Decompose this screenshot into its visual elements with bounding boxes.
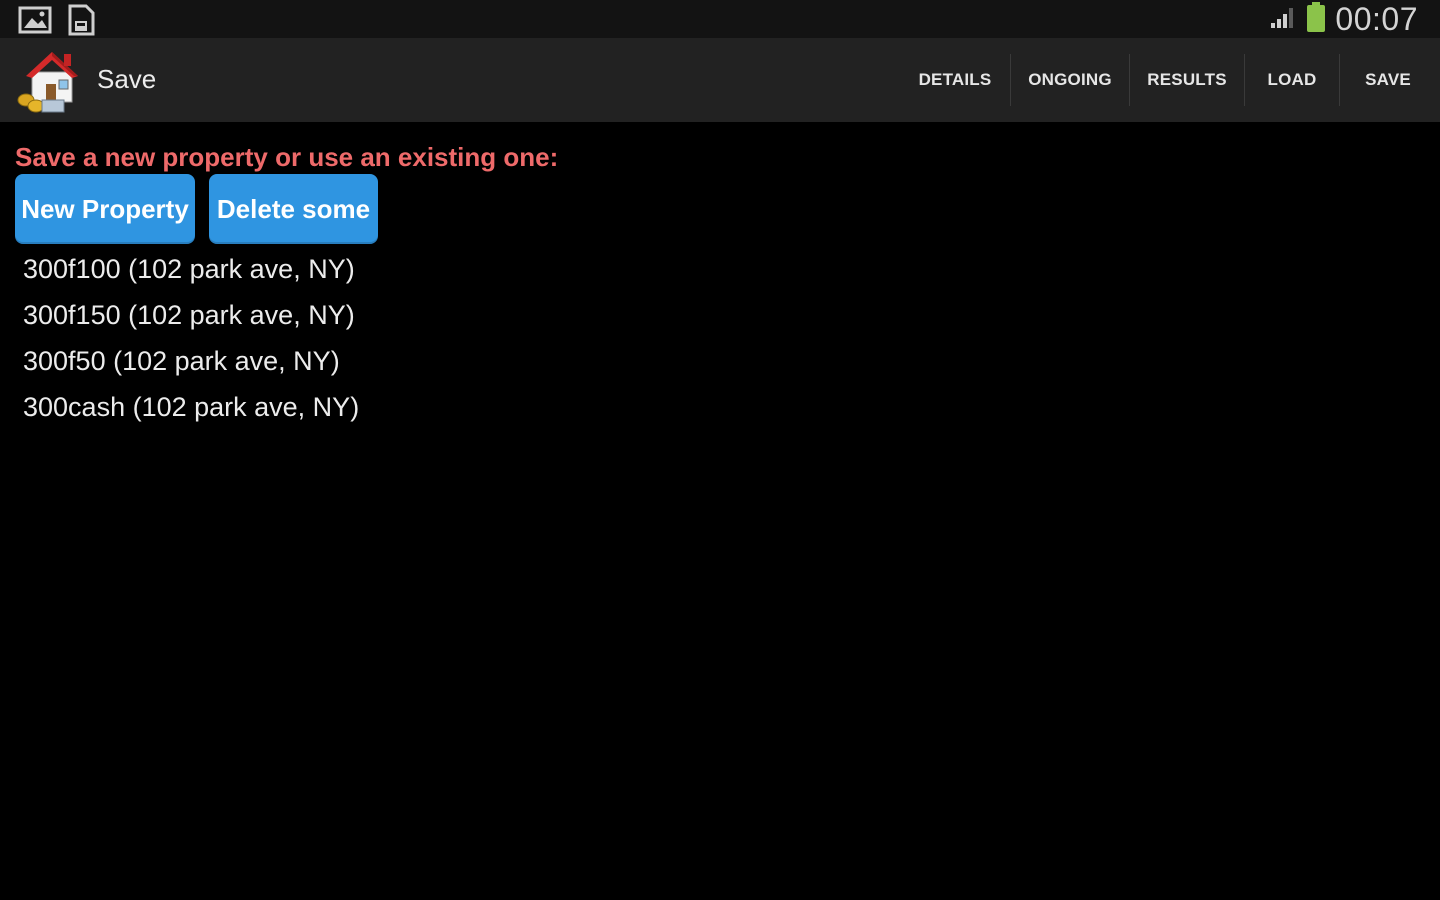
clock: 00:07	[1335, 0, 1418, 37]
delete-some-button[interactable]: Delete some	[209, 174, 378, 244]
property-item[interactable]: 300f50 (102 park ave, NY)	[23, 343, 359, 389]
tab-load[interactable]: LOAD	[1244, 54, 1339, 106]
tab-bar: DETAILS ONGOING RESULTS LOAD SAVE	[900, 54, 1440, 106]
property-list: 300f100 (102 park ave, NY) 300f150 (102 …	[23, 251, 359, 435]
status-right: 00:07	[1269, 0, 1418, 38]
property-item[interactable]: 300cash (102 park ave, NY)	[23, 389, 359, 435]
house-money-icon[interactable]	[16, 44, 88, 116]
sd-card-icon	[66, 4, 96, 41]
tab-save[interactable]: SAVE	[1339, 54, 1440, 106]
image-notification-icon	[18, 6, 52, 39]
action-bar: Save DETAILS ONGOING RESULTS LOAD SAVE	[0, 38, 1440, 122]
save-prompt: Save a new property or use an existing o…	[15, 142, 559, 172]
tab-details[interactable]: DETAILS	[900, 54, 1010, 106]
signal-icon	[1269, 5, 1297, 34]
tab-ongoing[interactable]: ONGOING	[1010, 54, 1129, 106]
property-item[interactable]: 300f100 (102 park ave, NY)	[23, 251, 359, 297]
status-bar: 00:07	[0, 0, 1440, 38]
status-left-icons	[18, 4, 96, 41]
property-item[interactable]: 300f150 (102 park ave, NY)	[23, 297, 359, 343]
app-title: Save	[97, 64, 157, 94]
battery-icon	[1305, 1, 1327, 38]
new-property-button[interactable]: New Property	[15, 174, 195, 244]
tab-results[interactable]: RESULTS	[1129, 54, 1244, 106]
